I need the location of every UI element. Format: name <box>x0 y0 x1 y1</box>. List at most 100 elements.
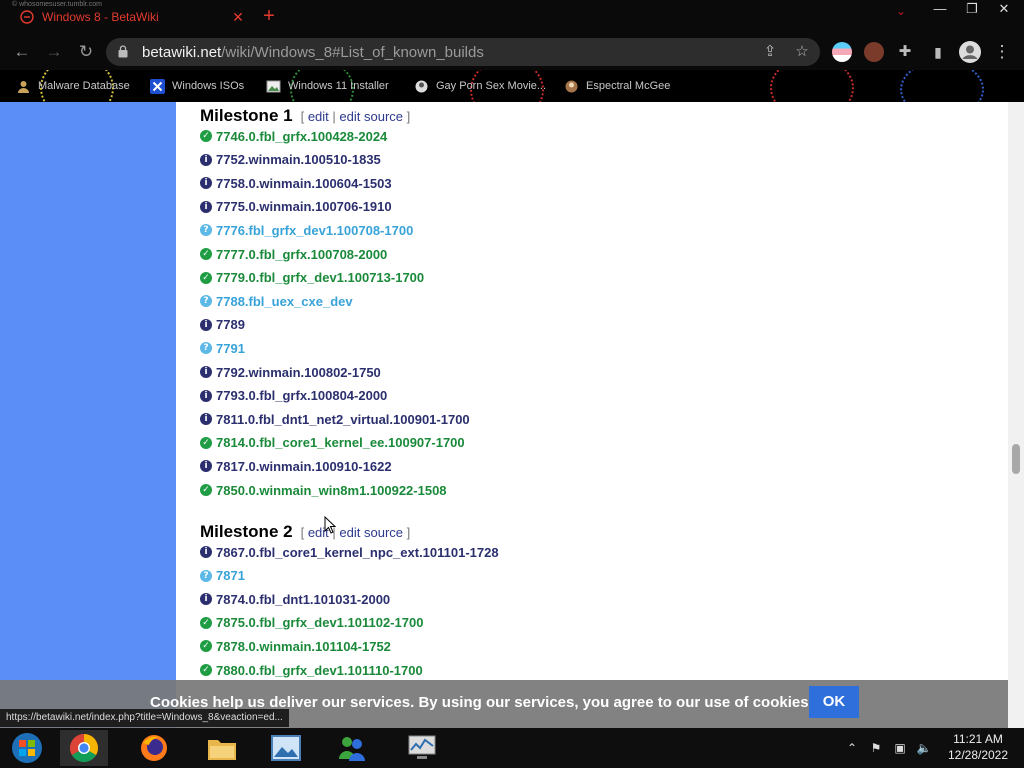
question-circle-icon: ? <box>200 342 212 355</box>
system-clock[interactable]: 11:21 AM 12/28/2022 <box>940 731 1016 763</box>
cookie-ok-button[interactable]: OK <box>809 686 859 718</box>
taskbar-firefox[interactable] <box>130 730 178 766</box>
clock-time: 11:21 AM <box>953 732 1003 746</box>
url-text[interactable]: betawiki.net/wiki/Windows_8#List_of_know… <box>142 44 484 61</box>
heading-title: Milestone 1 <box>200 106 293 125</box>
tab-search-icon[interactable]: ⌄ <box>896 4 906 18</box>
build-link[interactable]: ✓ 7746.0.fbl_grfx.100428-2024 <box>200 126 387 146</box>
profile-icon[interactable] <box>958 40 982 64</box>
build-link[interactable]: i 7793.0.fbl_grfx.100804-2000 <box>200 386 387 406</box>
build-name: 7880.0.fbl_grfx_dev1.101110-1700 <box>216 662 423 678</box>
question-circle-icon: ? <box>200 569 212 582</box>
page-scrollbar[interactable] <box>1008 102 1024 728</box>
share-icon[interactable]: ⇪ <box>760 42 780 62</box>
build-name: 7791 <box>216 340 245 356</box>
forward-icon[interactable]: → <box>42 40 66 64</box>
info-circle-icon: i <box>200 413 212 426</box>
build-name: 7746.0.fbl_grfx.100428-2024 <box>216 128 388 144</box>
build-link[interactable]: ✓ 7777.0.fbl_grfx.100708-2000 <box>200 244 387 264</box>
back-icon[interactable]: ← <box>10 40 34 64</box>
tab-close-icon[interactable]: ✕ <box>228 9 248 26</box>
address-bar[interactable]: betawiki.net/wiki/Windows_8#List_of_know… <box>106 38 820 66</box>
build-name: 7758.0.winmain.100604-1503 <box>216 175 392 191</box>
extension-avatar-icon[interactable] <box>864 42 884 62</box>
build-link[interactable]: i 7775.0.winmain.100706-1910 <box>200 197 392 217</box>
build-link[interactable]: i 7752.winmain.100510-1835 <box>200 150 381 170</box>
build-name: 7789 <box>216 317 245 333</box>
build-name: 7793.0.fbl_grfx.100804-2000 <box>216 388 388 404</box>
taskbar-monitor[interactable] <box>398 730 446 766</box>
image-icon <box>266 80 281 92</box>
build-link[interactable]: ? 7776.fbl_grfx_dev1.100708-1700 <box>200 220 413 240</box>
question-circle-icon: ? <box>200 224 212 237</box>
action-center-flag-icon[interactable]: ⚑ <box>868 740 884 756</box>
check-circle-icon: ✓ <box>200 616 212 629</box>
menu-icon[interactable]: ⋮ <box>990 40 1014 64</box>
new-tab-button[interactable]: + <box>258 4 280 28</box>
close-window-button[interactable]: ✕ <box>988 0 1020 18</box>
build-link[interactable]: i 7817.0.winmain.100910-1622 <box>200 456 392 476</box>
start-button[interactable] <box>3 730 51 766</box>
minimize-button[interactable]: — <box>924 0 956 18</box>
build-link[interactable]: i 7789 <box>200 315 245 335</box>
wiki-content: Milestone 1 [ edit | edit source ] ✓ 7746.… <box>176 102 1008 728</box>
check-circle-icon: ✓ <box>200 436 212 449</box>
build-link[interactable]: ✓ 7880.0.fbl_grfx_dev1.101110-1700 <box>200 660 423 680</box>
info-circle-icon: i <box>200 460 212 473</box>
build-name: 7875.0.fbl_grfx_dev1.101102-1700 <box>216 615 424 631</box>
build-link[interactable]: ✓ 7814.0.fbl_core1_kernel_ee.100907-1700 <box>200 433 465 453</box>
extensions-puzzle-icon[interactable]: ✚ <box>893 40 917 64</box>
bookmark-label: Gay Porn Sex Movie... <box>436 80 547 92</box>
tab-title: Windows 8 - BetaWiki <box>42 10 159 24</box>
build-link[interactable]: i 7792.winmain.100802-1750 <box>200 362 381 382</box>
build-link[interactable]: ✓ 7878.0.winmain.101104-1752 <box>200 636 391 656</box>
build-link[interactable]: ✓ 7850.0.winmain_win8m1.100922-1508 <box>200 480 447 500</box>
check-circle-icon: ✓ <box>200 484 212 496</box>
bracket-open: [ <box>300 109 308 124</box>
bookmark-windows-isos[interactable]: Windows ISOs <box>150 76 244 96</box>
build-link[interactable]: i 7811.0.fbl_dnt1_net2_virtual.100901-170… <box>200 409 470 429</box>
edit-link[interactable]: edit <box>308 109 329 124</box>
edit-source-link[interactable]: edit source <box>339 525 403 540</box>
build-link[interactable]: i 7867.0.fbl_core1_kernel_npc_ext.101101-… <box>200 542 499 562</box>
build-link[interactable]: i 7758.0.winmain.100604-1503 <box>200 173 392 193</box>
build-link[interactable]: i 7874.0.fbl_dnt1.101031-2000 <box>200 589 390 609</box>
build-name: 7752.winmain.100510-1835 <box>216 152 381 168</box>
scrollbar-thumb[interactable] <box>1012 444 1020 474</box>
bookmark-windows-11-installer[interactable]: Windows 11 Installer <box>266 76 389 96</box>
taskbar-file-explorer[interactable] <box>198 730 246 766</box>
wallpaper-decoration <box>900 70 984 102</box>
build-name: 7792.winmain.100802-1750 <box>216 364 381 380</box>
network-icon[interactable]: ▣ <box>892 740 908 756</box>
bracket-open: [ <box>300 525 308 540</box>
restore-button[interactable]: ❐ <box>956 0 988 18</box>
check-circle-icon: ✓ <box>200 271 212 284</box>
edit-source-link[interactable]: edit source <box>339 109 403 124</box>
section-heading-milestone-1: Milestone 1 [ edit | edit source ] <box>200 106 410 126</box>
extension-flag-icon[interactable] <box>832 42 852 62</box>
build-name: 7878.0.winmain.101104-1752 <box>216 638 391 654</box>
bookmark-star-icon[interactable]: ☆ <box>792 42 812 62</box>
messenger-people-icon <box>339 737 365 761</box>
url-host: betawiki.net <box>142 44 222 61</box>
taskbar-photo-viewer[interactable] <box>262 730 310 766</box>
taskbar-messenger[interactable] <box>328 730 376 766</box>
bookmark-malware-database[interactable]: Malware Database <box>16 76 130 96</box>
taskbar: ⌃ ⚑ ▣ 🔈 11:21 AM 12/28/2022 <box>0 728 1024 768</box>
build-link[interactable]: ? 7788.fbl_uex_cxe_dev <box>200 291 353 311</box>
taskbar-chrome[interactable] <box>60 730 108 766</box>
bookmark-label: Windows 11 Installer <box>288 80 389 92</box>
task-manager-icon <box>408 735 436 759</box>
lock-icon <box>118 45 128 58</box>
reload-icon[interactable]: ↻ <box>74 40 98 64</box>
build-link[interactable]: ? 7791 <box>200 338 245 358</box>
build-link[interactable]: ✓ 7875.0.fbl_grfx_dev1.101102-1700 <box>200 613 423 633</box>
browser-tab[interactable]: Windows 8 - BetaWiki ✕ <box>8 5 248 29</box>
build-link[interactable]: ? 7871 <box>200 566 245 586</box>
volume-icon[interactable]: 🔈 <box>916 740 932 756</box>
bookmark-movie-site[interactable]: Gay Porn Sex Movie... <box>414 76 546 96</box>
bookmark-espectral-mcgee[interactable]: Espectral McGee <box>564 76 670 96</box>
side-panel-icon[interactable]: ▮ <box>926 40 950 64</box>
show-hidden-icons-icon[interactable]: ⌃ <box>844 740 860 756</box>
build-link[interactable]: ✓ 7779.0.fbl_grfx_dev1.100713-1700 <box>200 268 424 288</box>
